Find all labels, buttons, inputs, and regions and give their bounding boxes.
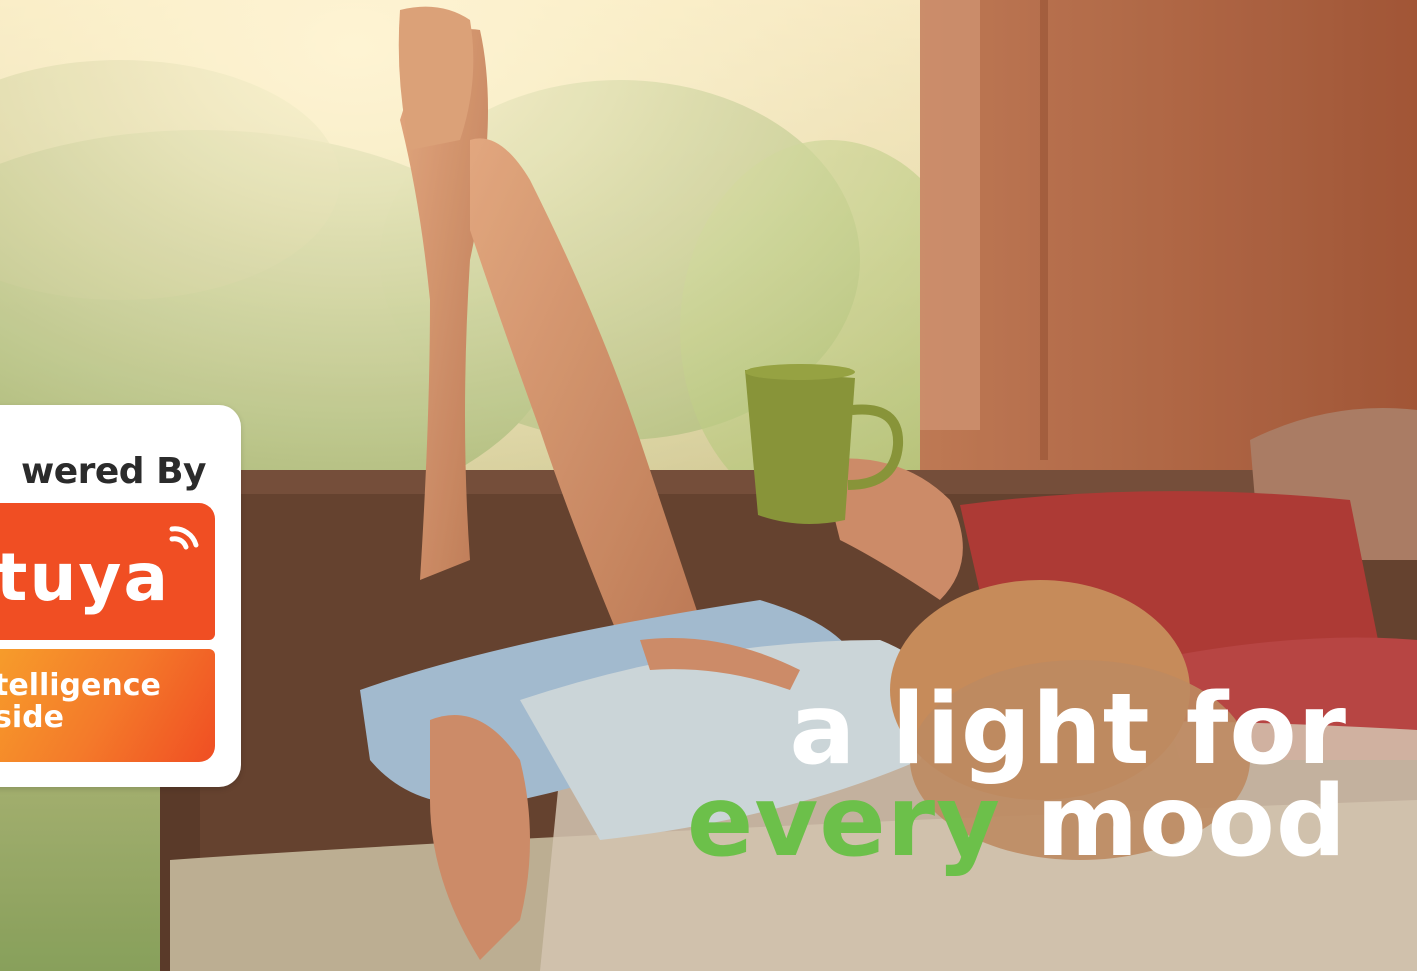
tuya-logo-text: tuya [0,539,170,616]
headline: a light for every mood [687,673,1347,871]
powered-by-tuya-badge: wered By tuya telligence side [0,405,241,787]
headline-line-2-rest: mood [1036,765,1347,879]
badge-tagline: telligence side [0,649,215,762]
tagline-line-2: side [0,700,64,735]
headline-accent-word: every [686,765,1001,879]
tuya-logo: tuya [0,503,215,640]
headline-line-2: every mood [687,773,1347,871]
headline-line-1: a light for [789,673,1347,787]
wifi-icon [169,526,199,550]
badge-title: wered By [20,451,207,492]
tagline-line-1: telligence [0,668,161,703]
